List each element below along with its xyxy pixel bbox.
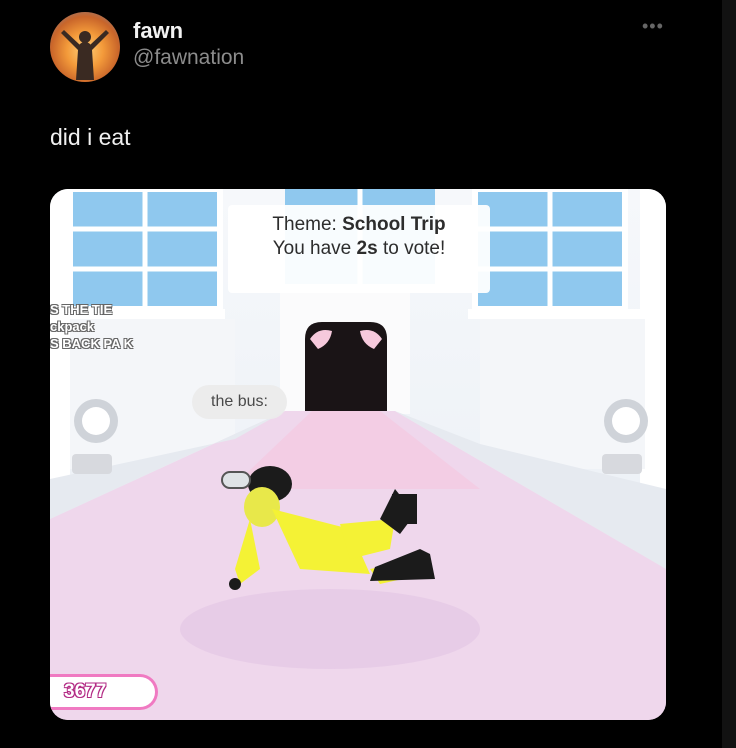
chat-bubble: the bus: [192,385,287,419]
outfit-item: ckpack [50,319,95,334]
outfit-item: S BACK PA K [50,336,134,351]
post-text: did i eat [50,124,131,150]
ellipsis-icon: ••• [642,16,664,36]
window-edge [722,0,736,748]
author-name[interactable]: fawn [133,18,183,44]
theme-line: Theme: School Trip [272,214,446,235]
outfit-item: S THE TIE [50,302,113,317]
vote-timer-line: You have 2s to vote! [272,238,446,259]
author-handle[interactable]: @fawnation [133,46,244,70]
avatar[interactable] [50,12,120,82]
theme-panel: Theme: School Trip You have 2s to vote! [228,205,490,293]
outfit-item-list: S THE TIE ckpack S BACK PA K [50,301,133,352]
more-options-button[interactable]: ••• [642,16,664,37]
right-window-panel [468,189,666,319]
post-media[interactable]: Theme: School Trip You have 2s to vote! … [50,189,666,720]
left-window-panel [50,189,225,319]
currency-counter: 3677 [50,674,158,710]
person-silhouette-icon [61,30,109,80]
